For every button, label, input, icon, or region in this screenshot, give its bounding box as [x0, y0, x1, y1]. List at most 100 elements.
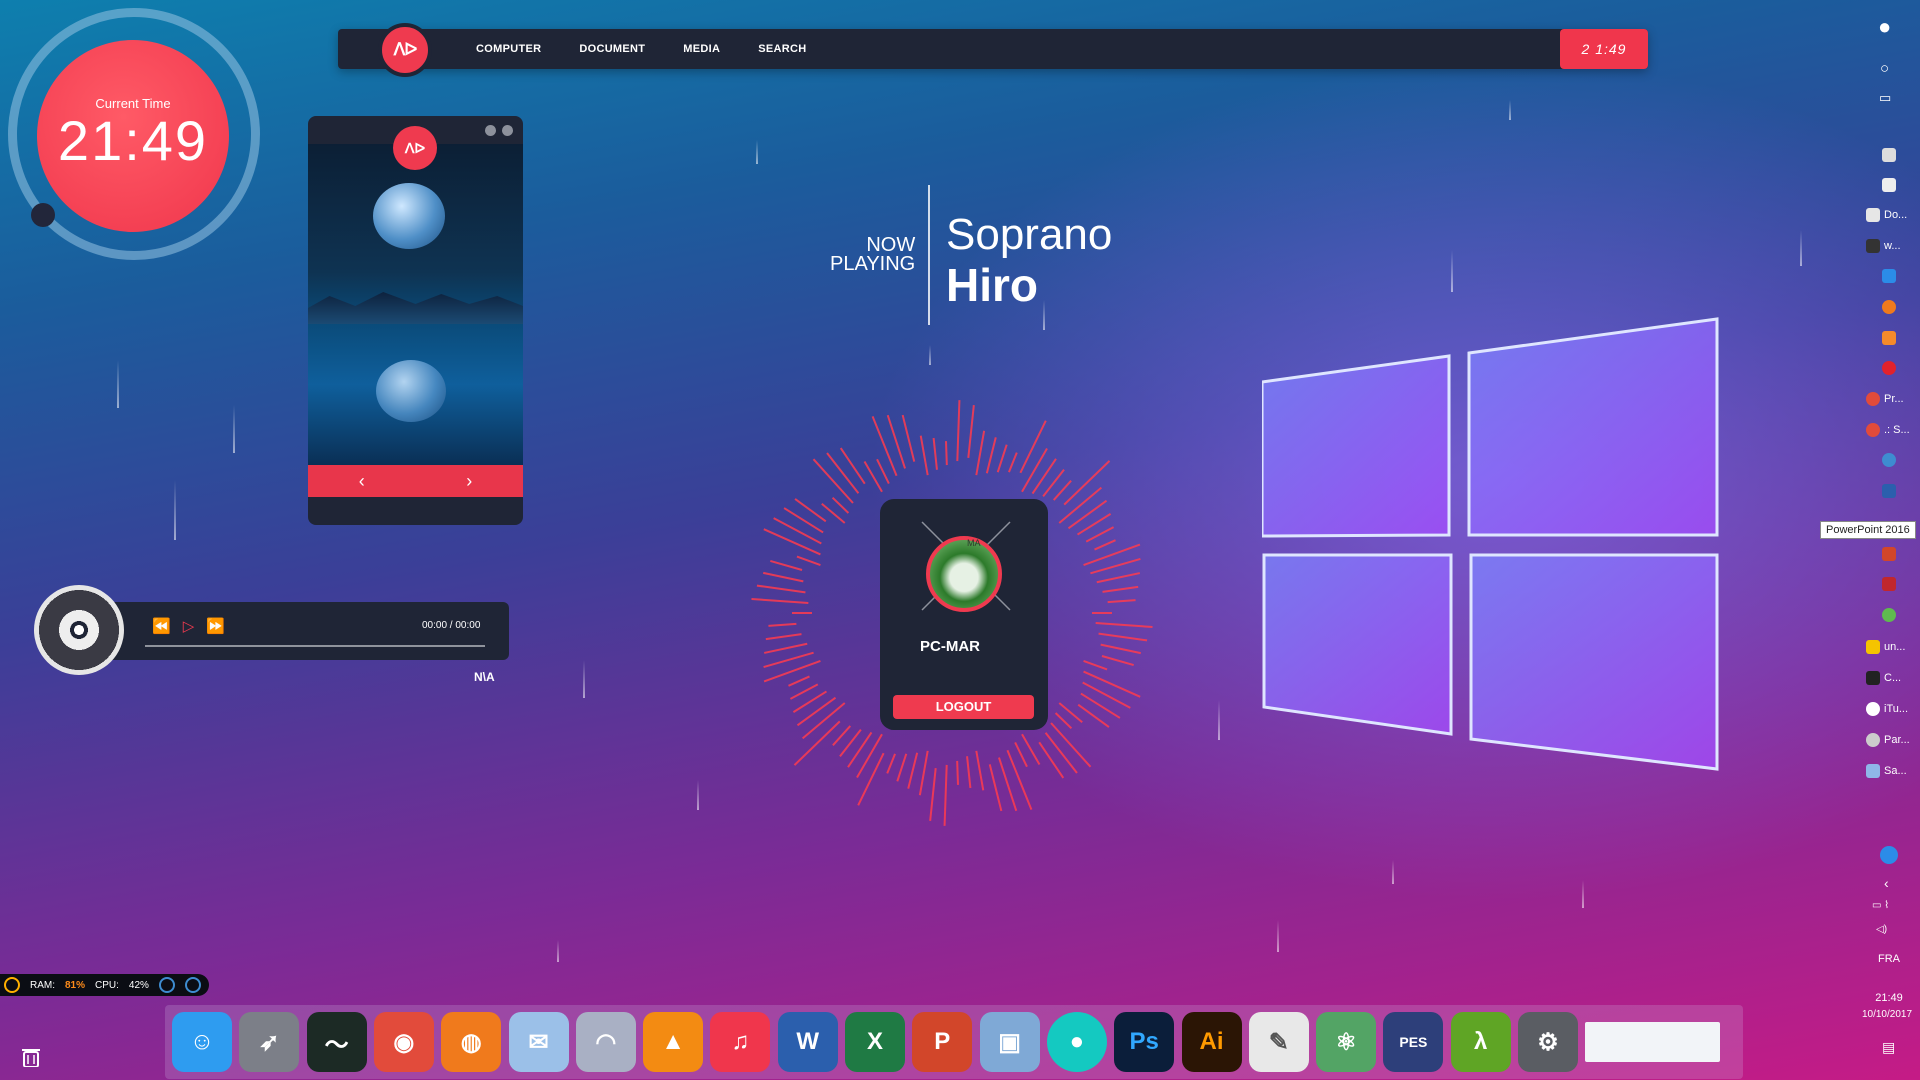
- taskbar-item-chrome-1[interactable]: Pr...: [1866, 392, 1904, 406]
- dock-mail-icon[interactable]: ✉: [508, 1012, 569, 1072]
- visualizer-bar: [751, 597, 809, 604]
- tray-date[interactable]: 10/10/2017: [1858, 1009, 1916, 1020]
- app-icon-blue[interactable]: [1882, 453, 1896, 467]
- taskbar-item-itunes[interactable]: iTu...: [1866, 702, 1908, 716]
- visualizer-bar: [1058, 486, 1103, 524]
- visualizer-bar: [763, 651, 814, 668]
- language-indicator[interactable]: FRA: [1866, 953, 1912, 965]
- dock-bittorrent-icon[interactable]: ◠: [575, 1012, 636, 1072]
- app-icon-1[interactable]: [1882, 148, 1896, 162]
- visualizer-bar: [1102, 585, 1139, 593]
- store-icon[interactable]: [1882, 178, 1896, 192]
- volume-icon[interactable]: ◁): [1876, 924, 1887, 935]
- visualizer-bar: [1096, 572, 1141, 584]
- visualizer-bar: [919, 435, 929, 476]
- apple-icon[interactable]: ●: [1878, 14, 1891, 40]
- dock-atom-icon[interactable]: ⚛: [1316, 1012, 1377, 1072]
- trash-icon[interactable]: [22, 1047, 40, 1067]
- visualizer-bar: [765, 633, 802, 641]
- visualizer-bar: [839, 447, 866, 485]
- visualizer-bar: [831, 496, 850, 514]
- visualizer-bar: [796, 696, 837, 727]
- dock-textedit-icon[interactable]: ✎: [1248, 1012, 1309, 1072]
- visualizer-bar: [929, 768, 937, 821]
- taskbar-item-un[interactable]: un...: [1866, 640, 1905, 654]
- visualizer-bar: [1083, 670, 1141, 698]
- taskbar-item-chrome-2[interactable]: .: S...: [1866, 423, 1910, 437]
- dock-preview-icon[interactable]: ▣: [979, 1012, 1040, 1072]
- task-view-icon[interactable]: ▭: [1879, 90, 1891, 106]
- visualizer-bar: [1044, 732, 1078, 774]
- word-icon[interactable]: [1882, 484, 1896, 498]
- dock-activity-monitor-icon[interactable]: 〜: [306, 1012, 367, 1072]
- powerpoint-icon[interactable]: [1882, 547, 1896, 561]
- dock-excel-icon[interactable]: X: [845, 1012, 905, 1072]
- visualizer-bar: [1019, 420, 1047, 474]
- access-icon[interactable]: [1882, 577, 1896, 591]
- tray-time[interactable]: 21:49: [1866, 992, 1912, 1004]
- add-icon[interactable]: [184, 977, 201, 993]
- visualizer-bar: [966, 756, 972, 789]
- ram-value: 81%: [65, 979, 86, 991]
- visualizer-bar: [988, 764, 1003, 812]
- taskbar-item-w[interactable]: w...: [1866, 239, 1901, 253]
- visualizer-bar: [1095, 622, 1153, 629]
- firefox-icon[interactable]: [1882, 300, 1896, 314]
- visualizer-bar: [1082, 681, 1131, 709]
- visualizer-bar: [975, 750, 985, 791]
- notification-icon[interactable]: ▤: [1882, 1039, 1895, 1056]
- taskbar-item-sa[interactable]: Sa...: [1866, 764, 1907, 778]
- dock-launchpad-icon[interactable]: ➶: [239, 1012, 300, 1072]
- dock-pes-icon[interactable]: PES: [1383, 1012, 1444, 1072]
- opera-icon[interactable]: [1882, 361, 1896, 375]
- visualizer-bar: [773, 517, 822, 545]
- user-name: PC-MAR: [920, 638, 980, 655]
- logout-button[interactable]: LOGOUT: [893, 695, 1034, 719]
- taskbar-item-settings[interactable]: Par...: [1866, 733, 1910, 747]
- dock-teal-app-icon[interactable]: ●: [1046, 1012, 1107, 1072]
- app-icon-green[interactable]: [1882, 608, 1896, 622]
- taskbar-item-cmd[interactable]: C...: [1866, 671, 1901, 685]
- app-icon-orange[interactable]: [1882, 331, 1896, 345]
- dock-powerpoint-icon[interactable]: P: [912, 1012, 973, 1072]
- dock-word-icon[interactable]: W: [777, 1012, 838, 1072]
- dock-chrome-icon[interactable]: ◉: [373, 1012, 434, 1072]
- dock-illustrator-icon[interactable]: Ai: [1181, 1012, 1242, 1072]
- dock-lambda-icon[interactable]: λ: [1450, 1012, 1511, 1072]
- visualizer-bar: [886, 753, 896, 774]
- dock-firefox-icon[interactable]: ◍: [441, 1012, 502, 1072]
- user-avatar[interactable]: [926, 536, 1002, 612]
- taskbar-item-downloads[interactable]: Do...: [1866, 208, 1907, 222]
- dock-window-thumb-icon[interactable]: [1585, 1022, 1721, 1062]
- search-circle-icon[interactable]: ○: [1880, 60, 1889, 77]
- speed-icon[interactable]: [158, 977, 175, 993]
- dock-photoshop-icon[interactable]: Ps: [1114, 1012, 1175, 1072]
- visualizer-bar: [944, 441, 948, 466]
- visualizer-bar: [768, 622, 797, 627]
- edge-icon[interactable]: [1882, 269, 1896, 283]
- visualizer-bar: [967, 405, 975, 458]
- chevron-left-icon[interactable]: ‹: [1884, 875, 1889, 891]
- dock-finder-icon[interactable]: ☺: [172, 1012, 232, 1072]
- visualizer-bar: [789, 683, 819, 700]
- visualizer-bar: [788, 675, 810, 687]
- visualizer-bar: [1038, 741, 1065, 779]
- visualizer-bar: [932, 437, 938, 470]
- visualizer-bar: [1085, 526, 1115, 543]
- visualizer-bar: [1083, 659, 1108, 671]
- battery-wifi-icon[interactable]: ▭ ⌇: [1872, 900, 1889, 911]
- visualizer-bar: [796, 555, 821, 567]
- help-icon[interactable]: [1880, 846, 1898, 864]
- visualizer-bar: [763, 571, 804, 583]
- visualizer-bar: [1063, 460, 1111, 506]
- visualizer-bar: [1080, 692, 1121, 719]
- visualizer-bar: [1101, 655, 1134, 667]
- visualizer-bar: [856, 733, 883, 779]
- dock-itunes-icon[interactable]: ♫: [710, 1012, 771, 1072]
- visualizer-bar: [801, 702, 846, 740]
- dock-system-preferences-icon[interactable]: ⚙: [1518, 1012, 1578, 1072]
- visualizer-bar: [1100, 643, 1141, 655]
- dock-vlc-icon[interactable]: ▲: [643, 1012, 704, 1072]
- visualizer-bar: [763, 528, 821, 556]
- card-logo-icon: ᐱᐅ: [393, 126, 437, 170]
